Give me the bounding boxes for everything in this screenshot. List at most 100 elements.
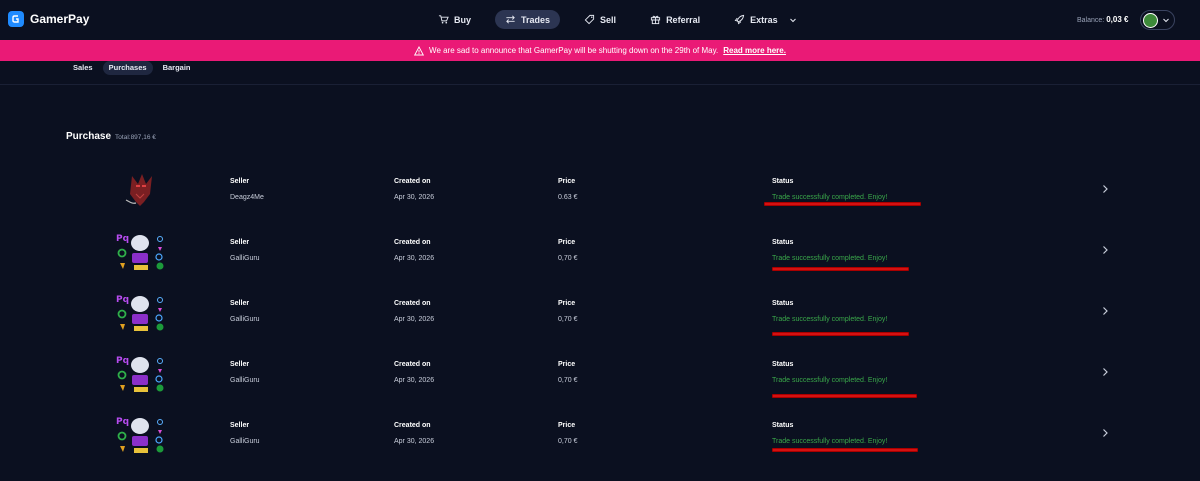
created-cell: Created on Apr 30, 2026 — [394, 422, 434, 445]
tab-purchases[interactable]: Purchases — [102, 61, 153, 75]
created-label: Created on — [394, 422, 431, 429]
swap-icon — [506, 15, 515, 24]
chevron-down-icon — [789, 18, 796, 22]
nav-referral[interactable]: Referral — [640, 10, 710, 29]
chevron-right-icon[interactable] — [1100, 245, 1110, 255]
main-nav: Buy Trades Sell Referral Extras — [428, 10, 821, 29]
created-cell: Created on Apr 30, 2026 — [394, 300, 434, 323]
seller-name: GalliGuru — [230, 438, 260, 445]
top-bar: GamerPay Buy Trades Sell Referral Extras… — [0, 0, 1200, 40]
price-cell: Price 0,70 € — [558, 300, 577, 323]
banner-text: We are sad to announce that GamerPay wil… — [429, 46, 719, 55]
chevron-right-icon[interactable] — [1100, 306, 1110, 316]
annotation-underline — [772, 394, 917, 398]
seller-label: Seller — [230, 422, 250, 429]
price-cell: Price 0,70 € — [558, 361, 577, 384]
warning-icon — [414, 45, 425, 55]
created-cell: Created on Apr 30, 2026 — [394, 361, 434, 384]
created-label: Created on — [394, 239, 431, 246]
avatar — [1143, 12, 1158, 28]
cart-icon — [438, 15, 449, 24]
status-cell: Status Trade successfully completed. Enj… — [772, 300, 887, 323]
table-row[interactable]: Pq Seller GalliGuru Created on Apr 30, 2… — [0, 414, 1200, 475]
item-bundle-image: Pq — [116, 295, 164, 331]
nav-trades[interactable]: Trades — [495, 10, 561, 29]
nav-buy-label: Buy — [454, 14, 472, 25]
price-cell: Price 0,70 € — [558, 422, 577, 445]
nav-sell[interactable]: Sell — [574, 10, 626, 29]
status-cell: Status Trade successfully completed. Enj… — [772, 178, 887, 201]
status-cell: Status Trade successfully completed. Enj… — [772, 239, 887, 262]
page-title: Purchase — [66, 131, 112, 142]
created-cell: Created on Apr 30, 2026 — [394, 239, 434, 262]
item-bundle-image: Pq — [116, 356, 164, 392]
seller-cell: Seller GalliGuru — [230, 422, 260, 445]
price-value: 0,70 € — [558, 255, 578, 262]
item-bundle-image: Pq — [116, 417, 164, 453]
annotation-underline — [772, 448, 918, 452]
price-value: 0,70 € — [558, 377, 578, 384]
price-label: Price — [558, 300, 576, 307]
rocket-icon — [734, 14, 745, 25]
table-row[interactable]: Pq Seller GalliGuru Created on Apr 30, 2… — [0, 292, 1200, 353]
chevron-right-icon[interactable] — [1100, 428, 1110, 438]
price-cell: Price 0,70 € — [558, 239, 577, 262]
seller-label: Seller — [230, 178, 250, 185]
status-cell: Status Trade successfully completed. Enj… — [772, 422, 887, 445]
account-menu[interactable] — [1140, 10, 1175, 30]
nav-buy[interactable]: Buy — [428, 10, 481, 29]
status-value: Trade successfully completed. Enjoy! — [772, 438, 888, 445]
tab-bargain[interactable]: Bargain — [157, 61, 197, 75]
status-value: Trade successfully completed. Enjoy! — [772, 377, 888, 384]
created-label: Created on — [394, 361, 431, 368]
seller-cell: Seller GalliGuru — [230, 361, 260, 384]
status-label: Status — [772, 361, 794, 368]
created-date: Apr 30, 2026 — [394, 438, 435, 445]
nav-extras[interactable]: Extras — [724, 10, 807, 29]
price-value: 0.63 € — [558, 194, 578, 201]
trades-subtabs: Sales Purchases Bargain — [67, 61, 197, 75]
created-date: Apr 30, 2026 — [394, 255, 435, 262]
svg-text:Pq: Pq — [116, 417, 129, 427]
chevron-down-icon — [1163, 18, 1169, 23]
status-value: Trade successfully completed. Enjoy! — [772, 194, 888, 201]
shutdown-banner: We are sad to announce that GamerPay wil… — [0, 40, 1200, 61]
price-label: Price — [558, 178, 576, 185]
chevron-right-icon[interactable] — [1100, 367, 1110, 377]
price-value: 0,70 € — [558, 438, 578, 445]
svg-text:Pq: Pq — [116, 356, 129, 366]
table-row[interactable]: Pq Seller GalliGuru Created on Apr 30, 2… — [0, 231, 1200, 292]
item-sticker-image — [125, 174, 152, 206]
status-label: Status — [772, 178, 794, 185]
price-label: Price — [558, 422, 576, 429]
nav-referral-label: Referral — [666, 14, 701, 25]
seller-name: GalliGuru — [230, 255, 260, 262]
nav-sell-label: Sell — [600, 14, 617, 25]
price-cell: Price 0.63 € — [558, 178, 577, 201]
svg-text:Pq: Pq — [116, 295, 129, 305]
logo[interactable]: GamerPay — [8, 11, 89, 27]
nav-extras-label: Extras — [750, 14, 778, 25]
price-label: Price — [558, 361, 576, 368]
tab-sales[interactable]: Sales — [67, 61, 99, 75]
price-value: 0,70 € — [558, 316, 578, 323]
banner-read-more-link[interactable]: Read more here. — [723, 46, 786, 55]
seller-cell: Seller GalliGuru — [230, 239, 260, 262]
table-row[interactable]: Seller Deagz4Me Created on Apr 30, 2026 … — [0, 170, 1200, 231]
balance-value: 0,03 € — [1106, 15, 1129, 24]
chevron-right-icon[interactable] — [1100, 184, 1110, 194]
created-label: Created on — [394, 300, 431, 307]
purchase-total: Total:897,16 € — [115, 134, 156, 141]
created-date: Apr 30, 2026 — [394, 316, 435, 323]
seller-cell: Seller Deagz4Me — [230, 178, 264, 201]
seller-name: GalliGuru — [230, 377, 260, 384]
seller-label: Seller — [230, 361, 250, 368]
table-row[interactable]: Pq Seller GalliGuru Created on Apr 30, 2… — [0, 353, 1200, 414]
annotation-underline — [772, 332, 909, 336]
divider — [0, 84, 1200, 85]
created-date: Apr 30, 2026 — [394, 194, 435, 201]
svg-text:Pq: Pq — [116, 234, 129, 244]
created-label: Created on — [394, 178, 431, 185]
created-date: Apr 30, 2026 — [394, 377, 435, 384]
seller-cell: Seller GalliGuru — [230, 300, 260, 323]
